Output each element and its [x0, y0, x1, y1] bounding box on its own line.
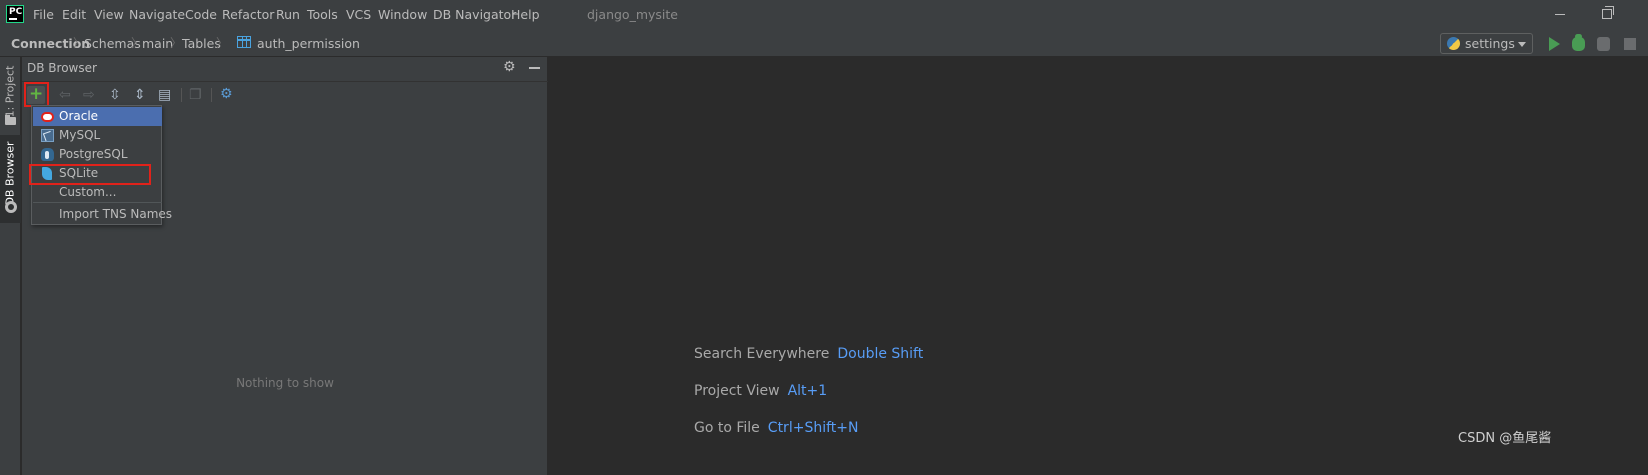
- menu-item-postgresql[interactable]: PostgreSQL: [33, 145, 162, 164]
- stop-icon[interactable]: [1624, 38, 1636, 50]
- database-icon[interactable]: [5, 201, 17, 213]
- menu-code[interactable]: Code: [185, 0, 217, 30]
- menu-item-mysql[interactable]: MySQL: [33, 126, 162, 145]
- hint-shortcut: Alt+1: [787, 383, 828, 399]
- hint-action: Search Everywhere: [694, 346, 830, 362]
- title-bar: PC File Edit View Navigate Code Refactor…: [0, 0, 1648, 30]
- highlight-box: [29, 164, 151, 185]
- table-icon: [237, 36, 251, 48]
- python-icon: [1447, 37, 1460, 50]
- hint-project-view[interactable]: Project View Alt+1: [694, 381, 827, 401]
- hint-shortcut: Double Shift: [837, 346, 924, 362]
- pycharm-logo-icon[interactable]: PC: [6, 5, 24, 23]
- run-icon[interactable]: [1549, 37, 1560, 51]
- menu-item-label: Custom...: [59, 185, 117, 199]
- menu-run[interactable]: Run: [276, 0, 300, 30]
- menu-item-oracle[interactable]: Oracle: [33, 107, 162, 126]
- hint-search-everywhere[interactable]: Search Everywhere Double Shift: [694, 344, 923, 364]
- menu-file[interactable]: File: [33, 0, 54, 30]
- postgresql-icon: [41, 148, 54, 161]
- highlight-box: [24, 82, 49, 107]
- debug-icon[interactable]: [1572, 34, 1585, 51]
- menu-navigate[interactable]: Navigate: [129, 0, 185, 30]
- window-title: django_mysite: [587, 7, 678, 22]
- mysql-icon: [41, 129, 54, 142]
- menu-help[interactable]: Help: [511, 0, 540, 30]
- menu-item-label: Import TNS Names: [59, 207, 173, 221]
- hint-action: Project View: [694, 383, 780, 399]
- collapse-all-icon[interactable]: ⇕: [134, 86, 146, 104]
- chevron-right-icon: 〉: [73, 36, 86, 50]
- hint-go-to-file[interactable]: Go to File Ctrl+Shift+N: [694, 418, 858, 438]
- menu-item-label: Oracle: [59, 109, 99, 123]
- watermark: CSDN @鱼尾酱: [1458, 431, 1552, 446]
- menu-item-label: PostgreSQL: [59, 147, 128, 161]
- panel-title: DB Browser: [27, 61, 97, 75]
- menu-edit[interactable]: Edit: [62, 0, 86, 30]
- chevron-right-icon: 〉: [170, 36, 183, 50]
- hint-action: Go to File: [694, 420, 760, 436]
- filter-settings-icon[interactable]: ▤: [158, 86, 171, 104]
- run-config-label: settings: [1465, 36, 1515, 51]
- menu-separator: [33, 202, 162, 203]
- menu-tools[interactable]: Tools: [307, 0, 338, 30]
- menu-item-label: MySQL: [59, 128, 101, 142]
- editor-area: [549, 57, 1648, 475]
- expand-all-icon[interactable]: ⇳: [109, 86, 121, 104]
- chevron-right-icon: 〉: [131, 36, 144, 50]
- menu-item-import-tns[interactable]: Import TNS Names: [33, 205, 172, 224]
- tool-window-db-browser-label: DB Browser: [3, 141, 17, 206]
- folder-icon[interactable]: [5, 115, 16, 125]
- toolbar-separator: [181, 88, 182, 102]
- restore-icon[interactable]: [1602, 6, 1614, 19]
- menu-refactor[interactable]: Refactor: [222, 0, 274, 30]
- empty-state-text: Nothing to show: [236, 376, 334, 390]
- run-config-select[interactable]: settings: [1440, 33, 1533, 54]
- hide-panel-icon[interactable]: [529, 67, 540, 69]
- gear-icon[interactable]: ⚙: [503, 60, 517, 74]
- forward-arrow-icon[interactable]: ⇨: [83, 86, 95, 104]
- menu-view[interactable]: View: [94, 0, 124, 30]
- menu-db-navigator[interactable]: DB Navigator: [433, 0, 516, 30]
- toolbar-separator: [211, 88, 212, 102]
- minimize-icon[interactable]: [1555, 14, 1565, 15]
- breadcrumb-main[interactable]: main: [142, 30, 173, 57]
- chevron-right-icon: 〉: [216, 36, 229, 50]
- settings-gear-icon[interactable]: ⚙: [220, 85, 233, 103]
- hint-shortcut: Ctrl+Shift+N: [767, 420, 859, 436]
- oracle-icon: [41, 112, 54, 122]
- dropdown-arrow-icon: [1518, 42, 1526, 47]
- menu-vcs[interactable]: VCS: [346, 0, 371, 30]
- run-with-coverage-icon[interactable]: [1597, 37, 1610, 51]
- copy-windows-icon[interactable]: ❐: [189, 86, 202, 104]
- divider: [22, 81, 548, 82]
- back-arrow-icon[interactable]: ⇦: [59, 86, 71, 104]
- menu-window[interactable]: Window: [378, 0, 427, 30]
- menu-item-custom[interactable]: Custom...: [33, 183, 162, 202]
- breadcrumb-auth-permission[interactable]: auth_permission: [257, 30, 360, 57]
